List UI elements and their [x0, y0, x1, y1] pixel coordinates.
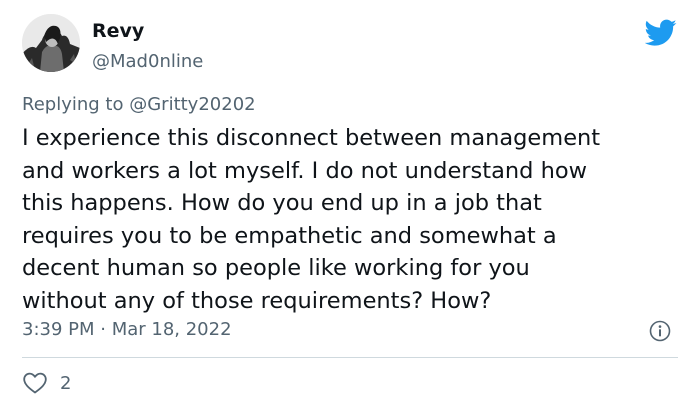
divider: [22, 357, 678, 358]
tweet-text: I experience this disconnect between man…: [22, 125, 601, 314]
heart-icon: [23, 372, 47, 394]
author-handle[interactable]: @Mad0nline: [92, 51, 203, 72]
twitter-bird-icon[interactable]: [645, 19, 677, 47]
avatar-image: [22, 14, 80, 72]
tweet-card: Revy @Mad0nline Replying to @Gritty20202…: [0, 0, 700, 410]
tweet-timestamp[interactable]: 3:39 PM · Mar 18, 2022: [22, 319, 232, 340]
info-icon[interactable]: [649, 320, 671, 342]
reply-target-link[interactable]: @Gritty20202: [129, 94, 255, 115]
like-button[interactable]: 2: [22, 369, 71, 397]
reply-prefix: Replying to: [22, 94, 124, 115]
avatar[interactable]: [22, 14, 80, 72]
like-count: 2: [60, 372, 72, 394]
reply-context: Replying to @Gritty20202: [22, 94, 256, 115]
author-display-name[interactable]: Revy: [92, 20, 144, 42]
